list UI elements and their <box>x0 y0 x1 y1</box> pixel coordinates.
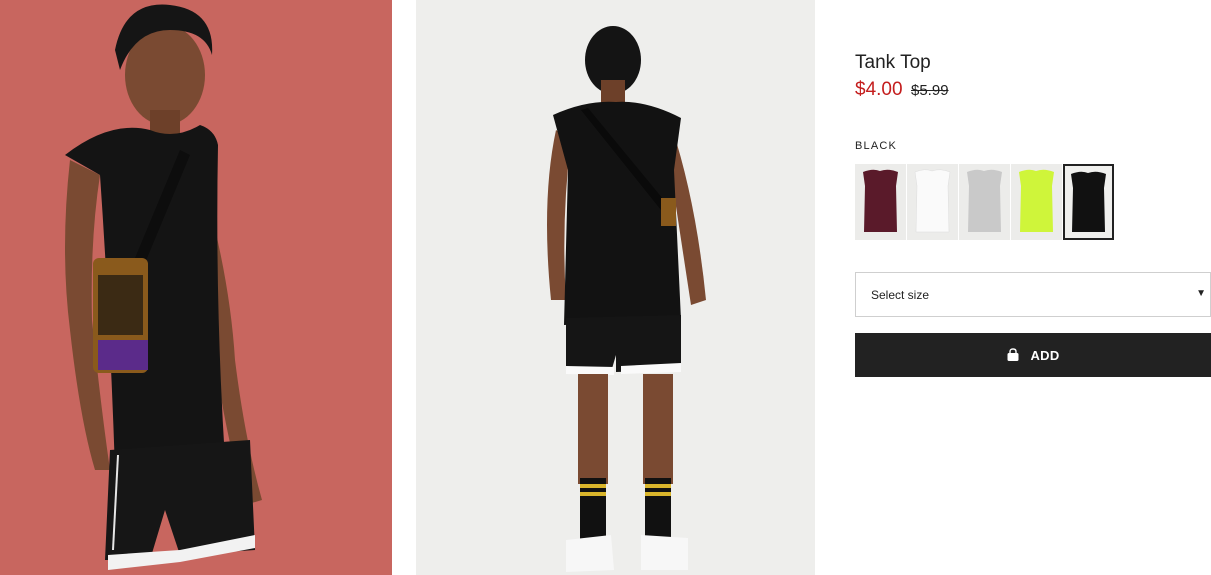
product-title: Tank Top <box>855 52 931 73</box>
product-panel: Tank Top $4.00 $5.99 BLACK Select size ▼… <box>855 0 1211 575</box>
size-select-placeholder: Select size <box>871 288 930 302</box>
price-row: $4.00 $5.99 <box>855 79 949 101</box>
color-swatches <box>855 164 1114 240</box>
swatch-black[interactable] <box>1063 164 1114 240</box>
selected-color-label: BLACK <box>855 140 898 152</box>
swatch-light-grey[interactable] <box>959 164 1010 240</box>
add-button-label: ADD <box>1030 347 1060 363</box>
model-back-illustration <box>416 0 815 575</box>
model-front-illustration <box>0 0 392 575</box>
chevron-down-icon: ▼ <box>1196 288 1206 299</box>
swatch-white[interactable] <box>907 164 958 240</box>
tank-top-thumbnail-icon <box>959 164 1010 240</box>
tank-top-thumbnail-icon <box>855 164 906 240</box>
sale-price: $4.00 <box>855 79 903 100</box>
tank-top-thumbnail-icon <box>907 164 958 240</box>
tank-top-thumbnail-icon <box>1065 166 1112 238</box>
product-photo-back[interactable] <box>416 0 815 575</box>
tank-top-thumbnail-icon <box>1011 164 1062 240</box>
product-photo-front[interactable] <box>0 0 392 575</box>
original-price: $5.99 <box>911 82 949 99</box>
add-to-bag-button[interactable]: ADD <box>855 333 1211 377</box>
size-select[interactable]: Select size ▼ <box>855 272 1211 317</box>
shopping-bag-icon <box>1007 348 1019 361</box>
swatch-neon-yellow[interactable] <box>1011 164 1062 240</box>
swatch-burgundy[interactable] <box>855 164 906 240</box>
